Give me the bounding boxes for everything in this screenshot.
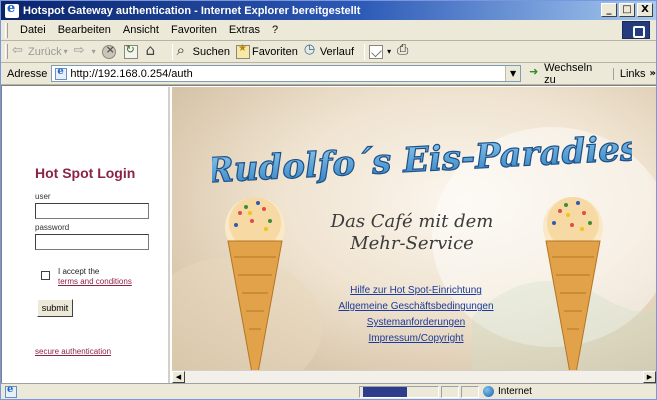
minimize-button[interactable]: _ [601, 3, 617, 17]
secure-authentication-link[interactable]: secure authentication [35, 347, 111, 356]
menu-datei[interactable]: Datei [14, 24, 52, 36]
mail-icon [369, 44, 384, 59]
address-bar: Adresse http://192.168.0.254/auth ▼ Wech… [1, 62, 656, 86]
back-dropdown-icon[interactable]: ▾ [64, 47, 68, 56]
search-icon [177, 41, 191, 59]
globe-icon [483, 386, 494, 397]
address-url[interactable]: http://192.168.0.254/auth [70, 68, 192, 80]
login-frame: Hot Spot Login user password I accept th… [3, 87, 170, 383]
title-bar[interactable]: Hotspot Gateway authentication - Interne… [1, 1, 656, 20]
back-arrow-icon [12, 43, 26, 59]
close-button[interactable]: X [637, 3, 653, 17]
address-label: Adresse [7, 67, 48, 80]
windows-logo-throbber [622, 21, 650, 39]
status-page-icon [5, 384, 17, 398]
user-label: user [35, 192, 51, 201]
window-title: Hotspot Gateway authentication - Interne… [23, 4, 361, 17]
menu-bearbeiten[interactable]: Bearbeiten [52, 24, 117, 36]
cafe-banner: Rudolfo´s Eis-Paradies [212, 128, 632, 192]
links-chevron-icon[interactable]: » [650, 68, 656, 79]
favorites-icon [235, 43, 250, 59]
banner-title: Rudolfo´s Eis-Paradies [212, 129, 632, 192]
address-input[interactable]: http://192.168.0.254/auth ▼ [51, 65, 522, 82]
cafe-tagline: Das Café mit dem Mehr-Service [262, 211, 562, 255]
toolbar-separator [171, 43, 173, 60]
menu-help[interactable]: ? [266, 24, 284, 36]
go-label: Wechseln zu [544, 61, 593, 86]
favorites-label: Favoriten [251, 45, 298, 58]
print-button[interactable] [397, 42, 413, 59]
forward-button[interactable]: ▾ [74, 43, 96, 59]
links-button[interactable]: Links » [612, 67, 656, 80]
back-button[interactable]: Zurück ▾ [12, 43, 68, 59]
ice-cream-cone-left [225, 197, 285, 370]
link-system-requirements[interactable]: Systemanforderungen [316, 317, 516, 328]
home-icon [146, 41, 160, 59]
search-label: Suchen [192, 45, 230, 58]
address-dropdown-button[interactable]: ▼ [505, 66, 521, 81]
history-icon [304, 42, 318, 59]
favorites-button[interactable]: Favoriten [235, 43, 298, 59]
menu-ansicht[interactable]: Ansicht [117, 24, 165, 36]
link-imprint[interactable]: Impressum/Copyright [316, 333, 516, 344]
tagline-line-1: Das Café mit dem [330, 211, 494, 232]
history-label: Verlauf [319, 45, 355, 58]
zone-label: Internet [498, 386, 532, 397]
status-bar: Internet [1, 383, 656, 399]
print-icon [397, 42, 411, 59]
security-zone: Internet [483, 386, 532, 397]
scroll-right-arrow-icon[interactable]: ▶ [643, 371, 656, 383]
ice-cream-cone-right [543, 197, 603, 370]
password-label: password [35, 223, 70, 232]
back-label: Zurück [28, 45, 62, 58]
toolbar-separator [364, 43, 366, 60]
status-cell [441, 386, 459, 398]
menu-bar: Datei Bearbeiten Ansicht Favoriten Extra… [1, 20, 656, 41]
mail-dropdown-icon[interactable]: ▾ [387, 47, 391, 56]
history-button[interactable]: Verlauf [304, 42, 355, 59]
links-label: Links [619, 67, 646, 80]
terms-link[interactable]: terms and conditions [58, 277, 132, 287]
horizontal-scrollbar[interactable]: ◀ ▶ [172, 370, 656, 383]
toolbar-grip[interactable] [5, 44, 8, 59]
home-button[interactable] [146, 41, 162, 59]
user-input[interactable] [35, 203, 149, 219]
maximize-button[interactable]: □ [619, 3, 635, 17]
search-button[interactable]: Suchen [177, 41, 230, 59]
stop-icon [101, 43, 116, 59]
stop-button[interactable] [101, 43, 118, 59]
go-button[interactable]: Wechseln zu [529, 62, 607, 86]
link-hotspot-help[interactable]: Hilfe zur Hot Spot-Einrichtung [316, 285, 516, 296]
mail-button[interactable]: ▾ [369, 44, 391, 59]
go-arrow-icon [529, 65, 541, 80]
menu-favoriten[interactable]: Favoriten [165, 24, 223, 36]
forward-dropdown-icon[interactable]: ▾ [92, 47, 96, 56]
menu-extras[interactable]: Extras [223, 24, 266, 36]
refresh-icon [123, 43, 138, 59]
welcome-frame: Rudolfo´s Eis-Paradies Das Café mit dem … [172, 87, 656, 370]
accept-terms-text: I accept the terms and conditions [58, 267, 132, 287]
status-cell [461, 386, 479, 398]
refresh-button[interactable] [123, 43, 140, 59]
nav-links: Hilfe zur Hot Spot-Einrichtung Allgemein… [316, 285, 516, 349]
scroll-left-arrow-icon[interactable]: ◀ [172, 371, 185, 383]
accept-terms-checkbox[interactable] [41, 271, 50, 280]
page-content: Hot Spot Login user password I accept th… [1, 85, 656, 383]
submit-button[interactable]: submit [37, 299, 73, 317]
window-controls: _ □ X [601, 3, 653, 17]
progress-bar [363, 387, 407, 397]
accept-label: I accept the [58, 267, 100, 276]
password-input[interactable] [35, 234, 149, 250]
login-title: Hot Spot Login [35, 165, 136, 181]
tagline-line-2: Mehr-Service [350, 233, 474, 254]
page-icon [55, 66, 68, 80]
menu-grip[interactable] [5, 22, 8, 38]
internet-explorer-icon [5, 1, 19, 18]
link-terms[interactable]: Allgemeine Geschäftsbedingungen [316, 301, 516, 312]
browser-window: Hotspot Gateway authentication - Interne… [0, 0, 657, 400]
forward-arrow-icon [74, 43, 88, 59]
standard-toolbar: Zurück ▾ ▾ Suchen Favoriten Verlauf [1, 41, 656, 63]
